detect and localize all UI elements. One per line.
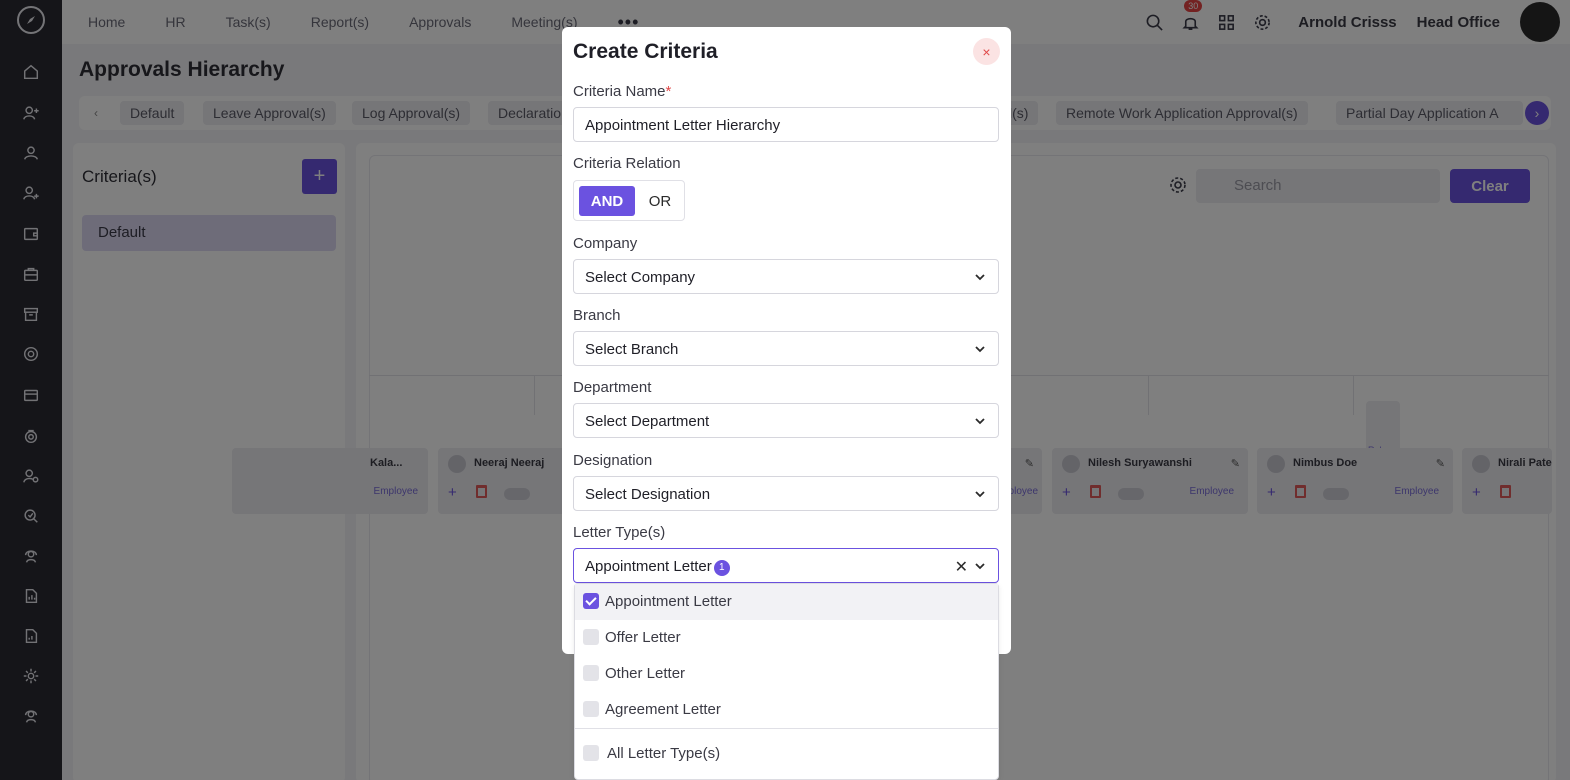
letter-type-label: Letter Type(s) [573, 524, 666, 541]
letter-option[interactable]: Agreement Letter [575, 692, 998, 728]
designation-label: Designation [573, 452, 653, 469]
company-label: Company [573, 235, 638, 252]
dropdown-divider [575, 728, 998, 729]
letter-option[interactable]: Offer Letter [575, 620, 998, 656]
checkbox-checked[interactable] [583, 593, 599, 609]
criteria-name-label: Criteria Name* [573, 83, 672, 100]
criteria-relation-toggle: AND OR [573, 180, 685, 221]
checkbox[interactable] [583, 629, 599, 645]
modal-title: Create Criteria [573, 40, 718, 63]
chevron-down-icon [975, 563, 985, 570]
option-label: Agreement Letter [605, 701, 721, 718]
criteria-relation-label: Criteria Relation [573, 155, 681, 172]
chevron-down-icon [975, 491, 985, 498]
checkbox[interactable] [583, 701, 599, 717]
checkbox[interactable] [583, 665, 599, 681]
option-label: Offer Letter [605, 629, 681, 646]
department-value: Select Department [585, 413, 710, 430]
letter-option[interactable]: Other Letter [575, 656, 998, 692]
close-icon[interactable]: × [973, 38, 1000, 65]
designation-value: Select Designation [585, 486, 711, 503]
chevron-down-icon [975, 274, 985, 281]
relation-and-button[interactable]: AND [579, 186, 635, 216]
branch-value: Select Branch [585, 341, 679, 358]
designation-select[interactable]: Select Designation [573, 476, 999, 511]
option-label: All Letter Type(s) [607, 745, 721, 762]
option-label: Appointment Letter [605, 593, 732, 610]
letter-type-dropdown: Appointment Letter Offer Letter Other Le… [574, 583, 999, 780]
department-select[interactable]: Select Department [573, 403, 999, 438]
branch-select[interactable]: Select Branch [573, 331, 999, 366]
letter-type-select[interactable]: Appointment Letter 1 ✕ [573, 548, 999, 583]
company-select[interactable]: Select Company [573, 259, 999, 294]
department-label: Department [573, 379, 652, 396]
relation-or-button[interactable]: OR [640, 186, 680, 216]
selected-count-badge: 1 [713, 560, 730, 576]
criteria-name-input[interactable]: Appointment Letter Hierarchy [573, 107, 999, 142]
letter-type-value: Appointment Letter [585, 558, 712, 575]
option-label: Other Letter [605, 665, 686, 682]
all-letter-types-option[interactable]: All Letter Type(s) [575, 739, 998, 775]
branch-label: Branch [573, 307, 621, 324]
clear-selection-icon[interactable]: ✕ [955, 557, 968, 577]
checkbox[interactable] [583, 745, 599, 761]
letter-option[interactable]: Appointment Letter [575, 584, 998, 620]
create-criteria-modal: Create Criteria × Criteria Name* Appoint… [562, 27, 1011, 654]
company-value: Select Company [585, 269, 696, 286]
chevron-down-icon [975, 418, 985, 425]
chevron-down-icon [975, 346, 985, 353]
